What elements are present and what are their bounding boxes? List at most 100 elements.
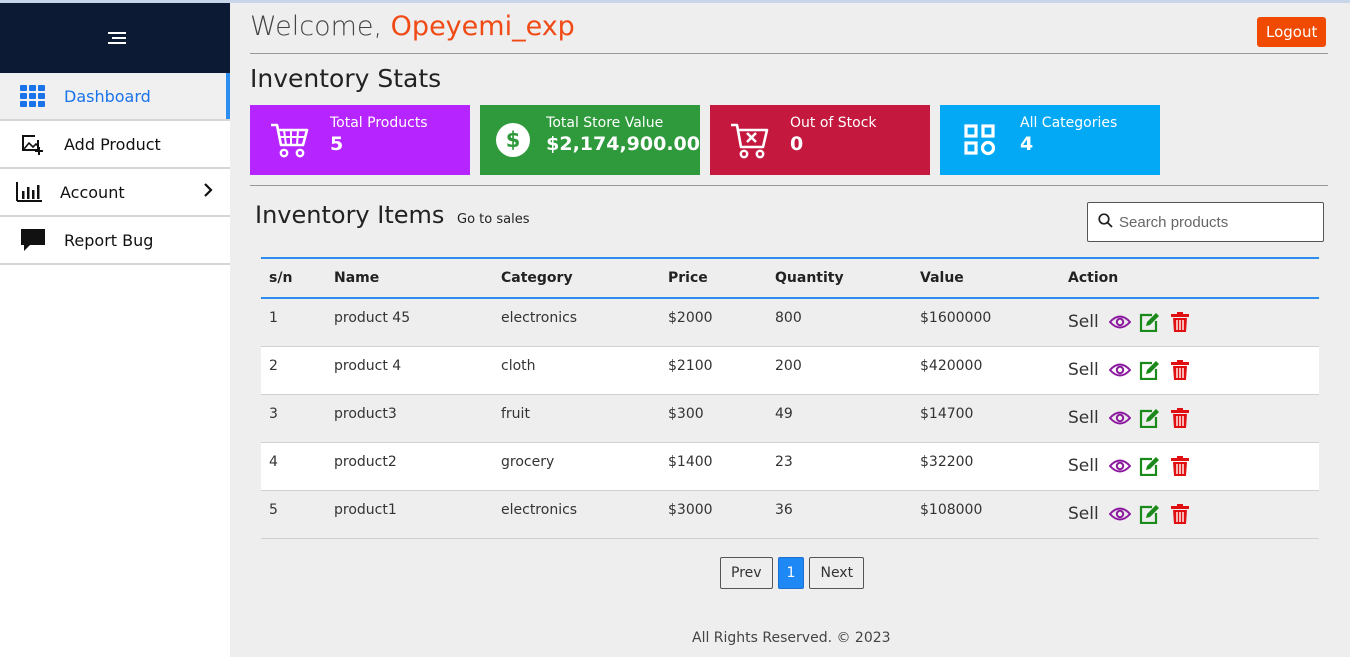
divider	[250, 185, 1328, 186]
sidebar-item-label: Account	[60, 182, 125, 202]
eye-icon[interactable]	[1108, 407, 1131, 429]
eye-icon[interactable]	[1108, 503, 1131, 525]
inventory-table: s/n Name Category Price Quantity Value A…	[261, 257, 1319, 539]
cell-sn: 1	[269, 310, 278, 326]
cell-quantity: 49	[775, 406, 793, 422]
stat-value: 5	[330, 133, 344, 155]
trash-icon[interactable]	[1169, 455, 1191, 477]
cell-category: grocery	[501, 454, 555, 470]
search-box[interactable]	[1087, 202, 1324, 242]
chat-bubble-icon	[20, 227, 46, 253]
cell-name: product1	[334, 502, 397, 518]
eye-icon[interactable]	[1108, 455, 1131, 477]
sell-button[interactable]: Sell	[1068, 360, 1099, 380]
column-header-quantity[interactable]: Quantity	[775, 270, 920, 286]
search-input[interactable]	[1119, 213, 1319, 231]
welcome-heading: Welcome, Opeyemi_exp	[250, 11, 575, 42]
cell-name: product 45	[334, 310, 411, 326]
sell-button[interactable]: Sell	[1068, 456, 1099, 476]
cell-sn: 3	[269, 406, 278, 422]
grid-icon	[20, 83, 46, 109]
table-row: 5 product1 electronics $3000 36 $108000 …	[261, 491, 1319, 539]
column-header-category[interactable]: Category	[501, 270, 668, 286]
next-page-button[interactable]: Next	[809, 557, 865, 589]
stat-label: Total Products	[330, 115, 428, 131]
cell-sn: 4	[269, 454, 278, 470]
stat-card-all-categories: All Categories 4	[940, 105, 1160, 175]
stat-value: $2,174,900.00	[546, 133, 700, 155]
menu-toggle-icon[interactable]	[104, 28, 126, 48]
cell-quantity: 23	[775, 454, 793, 470]
trash-icon[interactable]	[1169, 359, 1191, 381]
svg-text:$: $	[506, 128, 521, 152]
sidebar-item-add-product[interactable]: Add Product	[0, 121, 230, 169]
stat-label: Total Store Value	[546, 115, 664, 131]
sidebar-item-label: Dashboard	[64, 86, 151, 106]
sidebar-item-report-bug[interactable]: Report Bug	[0, 217, 230, 265]
welcome-prefix: Welcome,	[250, 11, 391, 42]
cell-value: $32200	[920, 454, 974, 470]
cell-price: $1400	[668, 454, 713, 470]
footer-copyright: All Rights Reserved. © 2023	[692, 630, 891, 646]
cell-quantity: 36	[775, 502, 793, 518]
sell-button[interactable]: Sell	[1068, 504, 1099, 524]
stat-card-total-store-value: $ Total Store Value $2,174,900.00	[480, 105, 700, 175]
table-row: 2 product 4 cloth $2100 200 $420000 Sell	[261, 347, 1319, 395]
sidebar-item-label: Add Product	[64, 134, 161, 154]
column-header-name[interactable]: Name	[334, 270, 501, 286]
table-header: s/n Name Category Price Quantity Value A…	[261, 259, 1319, 299]
add-image-icon	[20, 131, 46, 157]
trash-icon[interactable]	[1169, 407, 1191, 429]
go-to-sales-link[interactable]: Go to sales	[457, 212, 529, 227]
sidebar: Dashboard Add Product Account Report Bug	[0, 3, 230, 657]
column-header-value[interactable]: Value	[920, 270, 1068, 286]
chevron-right-icon	[202, 182, 214, 202]
column-header-sn[interactable]: s/n	[261, 270, 334, 286]
page-1-button[interactable]: 1	[777, 557, 805, 589]
sidebar-item-label: Report Bug	[64, 230, 154, 250]
trash-icon[interactable]	[1169, 503, 1191, 525]
stat-card-out-of-stock: Out of Stock 0	[710, 105, 930, 175]
cell-category: electronics	[501, 502, 578, 518]
edit-icon[interactable]	[1139, 503, 1161, 525]
edit-icon[interactable]	[1139, 455, 1161, 477]
column-header-price[interactable]: Price	[668, 270, 775, 286]
cart-x-icon	[710, 105, 790, 175]
cell-quantity: 800	[775, 310, 802, 326]
row-actions: Sell	[1068, 443, 1319, 477]
username: Opeyemi_exp	[390, 11, 575, 42]
cell-name: product3	[334, 406, 397, 422]
table-row: 1 product 45 electronics $2000 800 $1600…	[261, 299, 1319, 347]
edit-icon[interactable]	[1139, 407, 1161, 429]
sidebar-item-account[interactable]: Account	[0, 169, 230, 217]
edit-icon[interactable]	[1139, 359, 1161, 381]
cell-value: $108000	[920, 502, 983, 518]
cell-price: $300	[668, 406, 704, 422]
stats-title: Inventory Stats	[250, 64, 442, 93]
eye-icon[interactable]	[1108, 311, 1131, 333]
sell-button[interactable]: Sell	[1068, 312, 1099, 332]
cell-quantity: 200	[775, 358, 802, 374]
row-actions: Sell	[1068, 395, 1319, 429]
inventory-title: Inventory Items	[255, 201, 445, 229]
eye-icon[interactable]	[1108, 359, 1131, 381]
table-row: 4 product2 grocery $1400 23 $32200 Sell	[261, 443, 1319, 491]
stat-value: 0	[790, 133, 804, 155]
row-actions: Sell	[1068, 491, 1319, 525]
search-icon	[1098, 212, 1113, 232]
sidebar-item-dashboard[interactable]: Dashboard	[0, 73, 230, 121]
cell-value: $420000	[920, 358, 983, 374]
row-actions: Sell	[1068, 299, 1319, 333]
cell-category: cloth	[501, 358, 536, 374]
categories-icon	[940, 105, 1020, 175]
cell-sn: 2	[269, 358, 278, 374]
prev-page-button[interactable]: Prev	[720, 557, 773, 589]
sell-button[interactable]: Sell	[1068, 408, 1099, 428]
cart-icon	[250, 105, 330, 175]
stat-value: 4	[1020, 133, 1034, 155]
logout-button[interactable]: Logout	[1257, 17, 1327, 47]
stat-card-total-products: Total Products 5	[250, 105, 470, 175]
trash-icon[interactable]	[1169, 311, 1191, 333]
column-header-action: Action	[1068, 270, 1119, 286]
edit-icon[interactable]	[1139, 311, 1161, 333]
